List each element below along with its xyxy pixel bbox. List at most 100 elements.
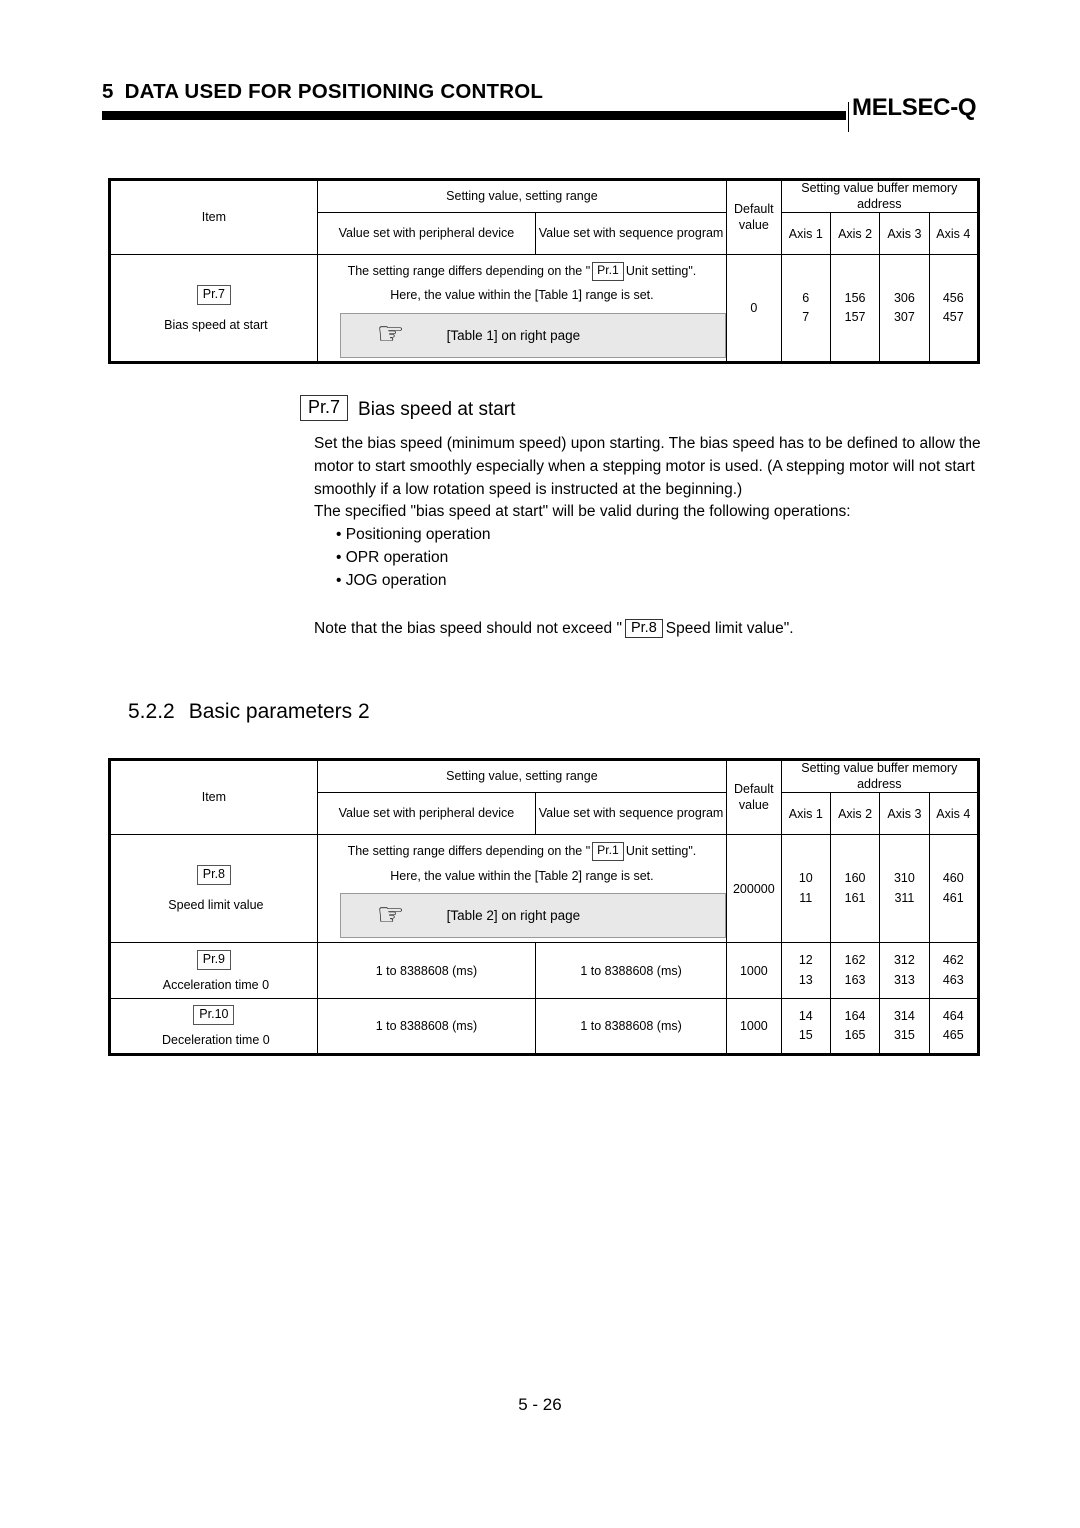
col-header-axis-2: Axis 2	[829, 792, 881, 836]
col-header-axis-1: Axis 1	[780, 212, 831, 256]
pr-tag-title: Pr.7	[300, 395, 349, 421]
range-note-line2: Here, the value within the [Table 1] ran…	[390, 288, 654, 303]
item-name: Acceleration time 0	[162, 977, 270, 992]
header-divider	[848, 102, 849, 132]
spec-table-2: Item Setting value, setting range Defaul…	[108, 757, 981, 1057]
col-header-item: Item	[108, 177, 318, 256]
row-default-pr9: 1000	[726, 942, 782, 1000]
pr-tag: Pr.10	[193, 1005, 235, 1026]
col-header-axis-4: Axis 4	[928, 212, 981, 256]
row-axis4-pr9: 462 463	[928, 942, 981, 1000]
row-item-pr7: Pr.7 Bias speed at start	[108, 254, 318, 365]
table-row: Pr.10 Deceleration time 0 1 to 8388608 (…	[108, 998, 981, 1057]
col-header-axis-3: Axis 3	[879, 212, 930, 256]
brand-label: MELSEC-Q	[852, 94, 977, 121]
col-header-peripheral: Value set with peripheral device	[316, 792, 537, 836]
col-header-axis-3: Axis 3	[879, 792, 930, 836]
item-name: Deceleration time 0	[162, 1033, 270, 1048]
list-item: • OPR operation	[336, 548, 449, 566]
col-header-setting-group: Setting value, setting range	[316, 177, 728, 214]
pr-inline-tag: Pr.1	[592, 842, 624, 862]
row-axis3-pr8: 310 311	[879, 834, 930, 944]
col-header-axis-1: Axis 1	[780, 792, 831, 836]
row-range-pr7: The setting range differs depending on t…	[316, 254, 728, 365]
row-sequence-pr9: 1 to 8388608 (ms)	[535, 942, 728, 1000]
row-range-pr8: The setting range differs depending on t…	[316, 834, 728, 944]
row-axis3-pr7: 306 307	[879, 254, 930, 365]
col-header-address-group: Setting value buffer memory address	[780, 757, 981, 794]
col-header-peripheral: Value set with peripheral device	[316, 212, 537, 256]
pr-tag: Pr.8	[196, 865, 232, 886]
item-name: Bias speed at start	[164, 317, 268, 332]
row-axis1-pr7: 6 7	[780, 254, 831, 365]
row-peripheral-pr10: 1 to 8388608 (ms)	[316, 998, 537, 1057]
row-default-pr8: 200000	[726, 834, 782, 944]
page-footer: 5 - 26	[0, 1395, 1080, 1415]
row-axis4-pr8: 460 461	[928, 834, 981, 944]
col-header-axis-4: Axis 4	[928, 792, 981, 836]
header-rule	[102, 111, 846, 120]
row-sequence-pr10: 1 to 8388608 (ms)	[535, 998, 728, 1057]
row-axis2-pr8: 160 161	[829, 834, 881, 944]
row-axis4-pr7: 456 457	[928, 254, 981, 365]
pr-inline-tag: Pr.1	[592, 261, 624, 281]
row-axis2-pr10: 164 165	[829, 998, 881, 1057]
item-name: Speed limit value	[168, 898, 264, 913]
callout-text: [Table 2] on right page	[446, 908, 581, 924]
parameter-explanation-pr7: Pr.7 Bias speed at start Set the bias spe…	[300, 395, 990, 639]
row-axis4-pr10: 464 465	[928, 998, 981, 1057]
list-item: • Positioning operation	[336, 526, 491, 544]
table-reference-callout: ☞ [Table 1] on right page	[339, 312, 727, 358]
row-axis1-pr10: 14 15	[780, 998, 831, 1057]
row-axis3-pr9: 312 313	[879, 942, 930, 1000]
explanation-paragraph-1: Set the bias speed (minimum speed) upon …	[314, 435, 981, 498]
pr-tag: Pr.9	[196, 949, 232, 970]
col-header-default: Default value	[726, 757, 782, 836]
row-axis1-pr8: 10 11	[780, 834, 831, 944]
row-axis3-pr10: 314 315	[879, 998, 930, 1057]
col-header-setting-group: Setting value, setting range	[316, 757, 728, 794]
row-item-pr8: Pr.8 Speed limit value	[108, 834, 318, 944]
range-note-line2: Here, the value within the [Table 2] ran…	[390, 868, 654, 883]
row-axis2-pr9: 162 163	[829, 942, 881, 1000]
range-note-line1: The setting range differs depending on t…	[318, 259, 726, 283]
table-row: Pr.8 Speed limit value The setting range…	[108, 834, 981, 944]
col-header-item: Item	[108, 757, 318, 836]
callout-text: [Table 1] on right page	[446, 327, 581, 343]
col-header-address-group: Setting value buffer memory address	[780, 177, 981, 214]
row-item-pr10: Pr.10 Deceleration time 0	[108, 998, 318, 1057]
section-title: Basic parameters 2	[188, 700, 370, 723]
row-peripheral-pr9: 1 to 8388608 (ms)	[316, 942, 537, 1000]
explanation-body: Set the bias speed (minimum speed) upon …	[314, 433, 986, 592]
page-number: 5 - 26	[518, 1395, 562, 1414]
row-item-pr9: Pr.9 Acceleration time 0	[108, 942, 318, 1000]
explanation-title-text: Bias speed at start	[358, 399, 516, 420]
col-header-sequence: Value set with sequence program	[535, 212, 728, 256]
list-item: • JOG operation	[336, 571, 447, 589]
operations-list: • Positioning operation • OPR operation …	[336, 524, 986, 592]
chapter-number: 5	[102, 80, 114, 103]
page-header: 5 DATA USED FOR POSITIONING CONTROL MELSE…	[100, 80, 990, 132]
explanation-title: Pr.7 Bias speed at start	[300, 395, 990, 421]
row-default-pr7: 0	[726, 254, 782, 365]
chapter-title: DATA USED FOR POSITIONING CONTROL	[124, 80, 544, 103]
col-header-axis-2: Axis 2	[829, 212, 881, 256]
row-axis1-pr9: 12 13	[780, 942, 831, 1000]
pointing-hand-icon: ☞	[376, 896, 405, 932]
section-heading: 5.2.2 Basic parameters 2	[128, 700, 370, 724]
explanation-paragraph-2: The specified "bias speed at start" will…	[314, 503, 851, 521]
chapter-heading: 5 DATA USED FOR POSITIONING CONTROL	[102, 80, 543, 104]
col-header-sequence: Value set with sequence program	[535, 792, 728, 836]
table-reference-callout: ☞ [Table 2] on right page	[339, 893, 727, 939]
col-header-default: Default value	[726, 177, 782, 256]
section-number: 5.2.2	[128, 700, 175, 723]
explanation-note: Note that the bias speed should not exce…	[314, 619, 794, 639]
table-row: Pr.7 Bias speed at start The setting ran…	[108, 254, 981, 365]
pr-inline-tag-note: Pr.8	[624, 619, 663, 639]
table-row: Pr.9 Acceleration time 0 1 to 8388608 (m…	[108, 942, 981, 1000]
spec-table-1: Item Setting value, setting range Defaul…	[108, 177, 981, 365]
row-axis2-pr7: 156 157	[829, 254, 881, 365]
pr-tag: Pr.7	[196, 284, 232, 305]
range-note-line1: The setting range differs depending on t…	[318, 839, 726, 863]
row-default-pr10: 1000	[726, 998, 782, 1057]
